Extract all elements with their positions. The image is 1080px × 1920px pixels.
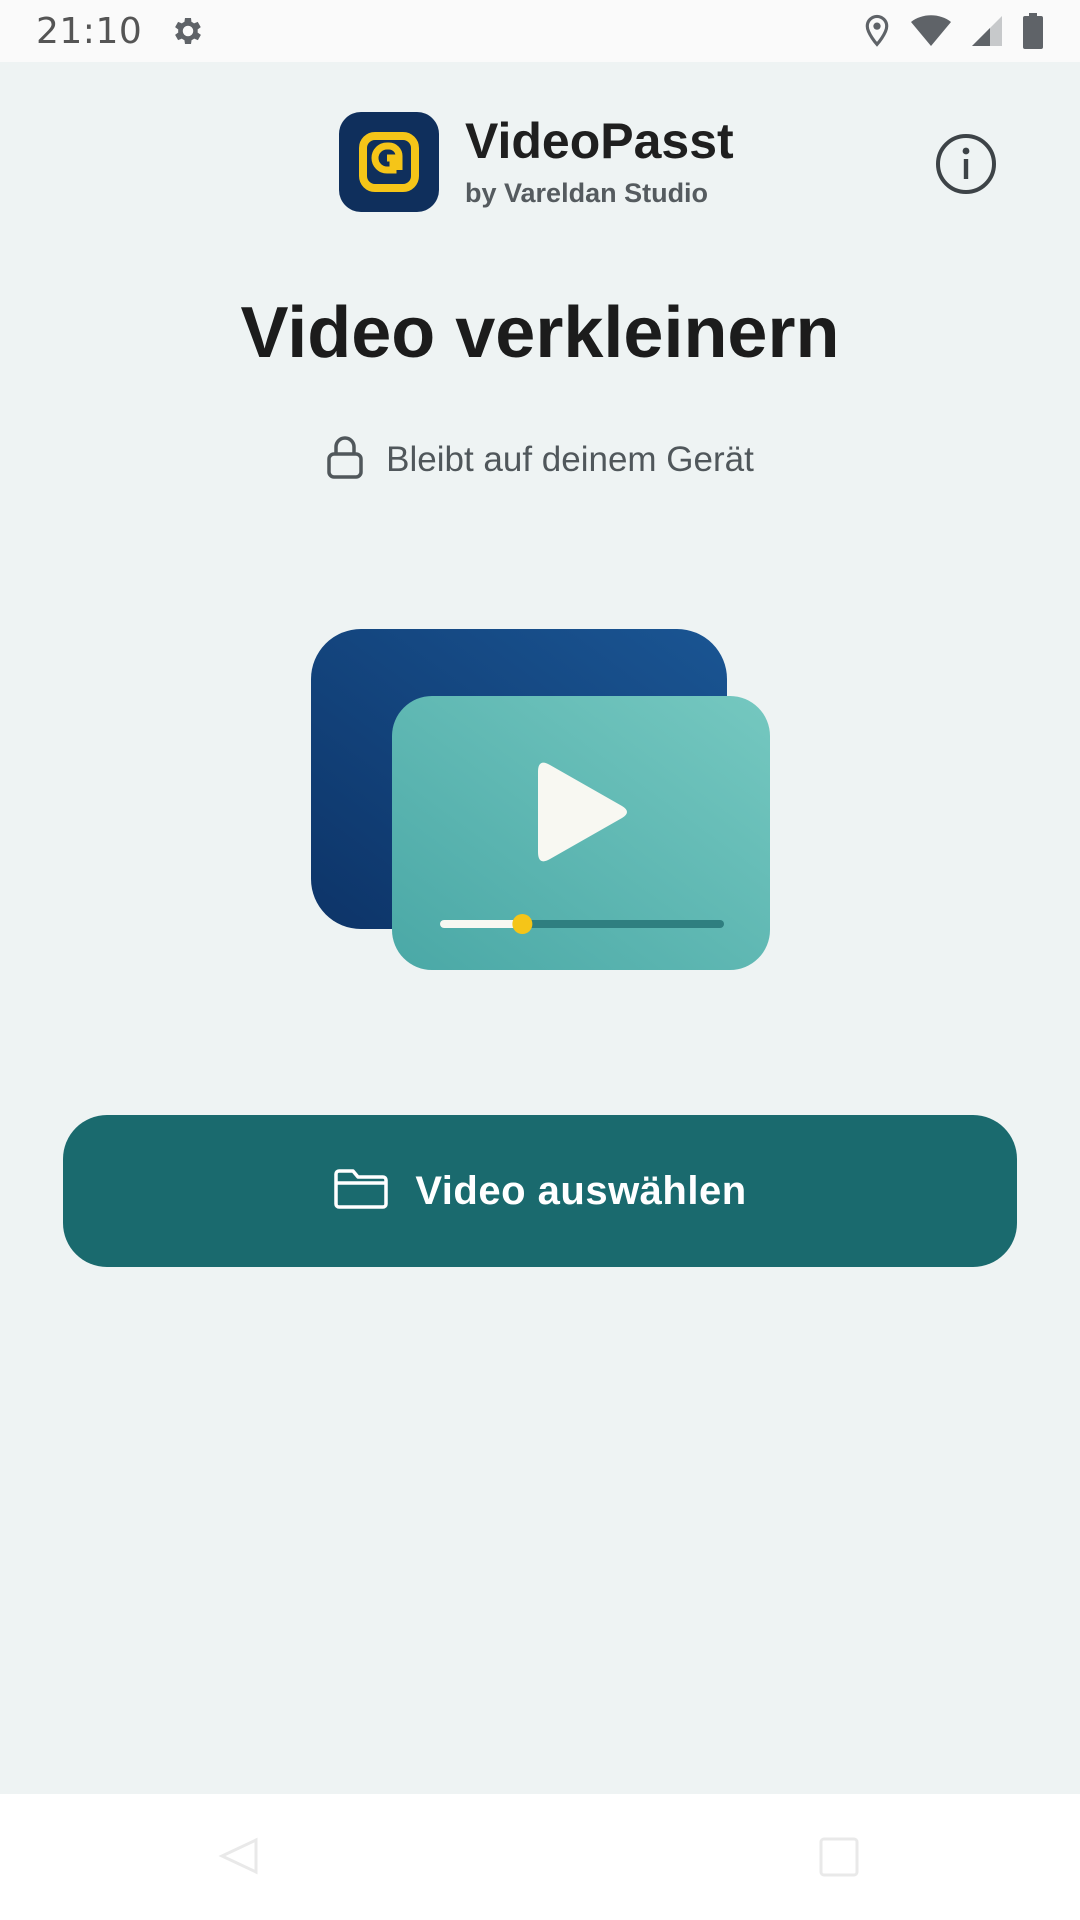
- app-logo-icon: [339, 112, 439, 212]
- info-button[interactable]: [934, 132, 998, 196]
- settings-gear-icon: [170, 13, 206, 49]
- folder-icon: [333, 1168, 389, 1215]
- lock-icon: [326, 434, 364, 485]
- select-video-label: Video auswählen: [415, 1168, 747, 1213]
- privacy-text: Bleibt auf deinem Gerät: [386, 439, 754, 479]
- status-bar: 21:10: [0, 0, 1080, 62]
- app-name: VideoPasst: [465, 113, 734, 169]
- navigation-bar: [0, 1794, 1080, 1920]
- location-icon: [862, 14, 892, 48]
- recents-icon[interactable]: [818, 1836, 860, 1883]
- wifi-icon: [910, 15, 952, 47]
- status-icons: [862, 13, 1044, 49]
- app-screen: 21:10 VideoPasst by Vareldan Studio Vide…: [0, 0, 1080, 1920]
- progress-knob: [512, 914, 533, 934]
- status-time: 21:10: [36, 10, 143, 52]
- cell-signal-icon: [970, 14, 1004, 48]
- progress-fill: [440, 920, 523, 928]
- privacy-note: Bleibt auf deinem Gerät: [0, 434, 1080, 485]
- video-player-illustration: [310, 628, 772, 972]
- back-icon[interactable]: [218, 1836, 262, 1881]
- battery-icon: [1022, 13, 1044, 49]
- select-video-button[interactable]: Video auswählen: [63, 1115, 1017, 1267]
- info-icon: [936, 134, 996, 194]
- app-vendor: by Vareldan Studio: [465, 178, 709, 208]
- page-title: Video verkleinern: [240, 293, 840, 373]
